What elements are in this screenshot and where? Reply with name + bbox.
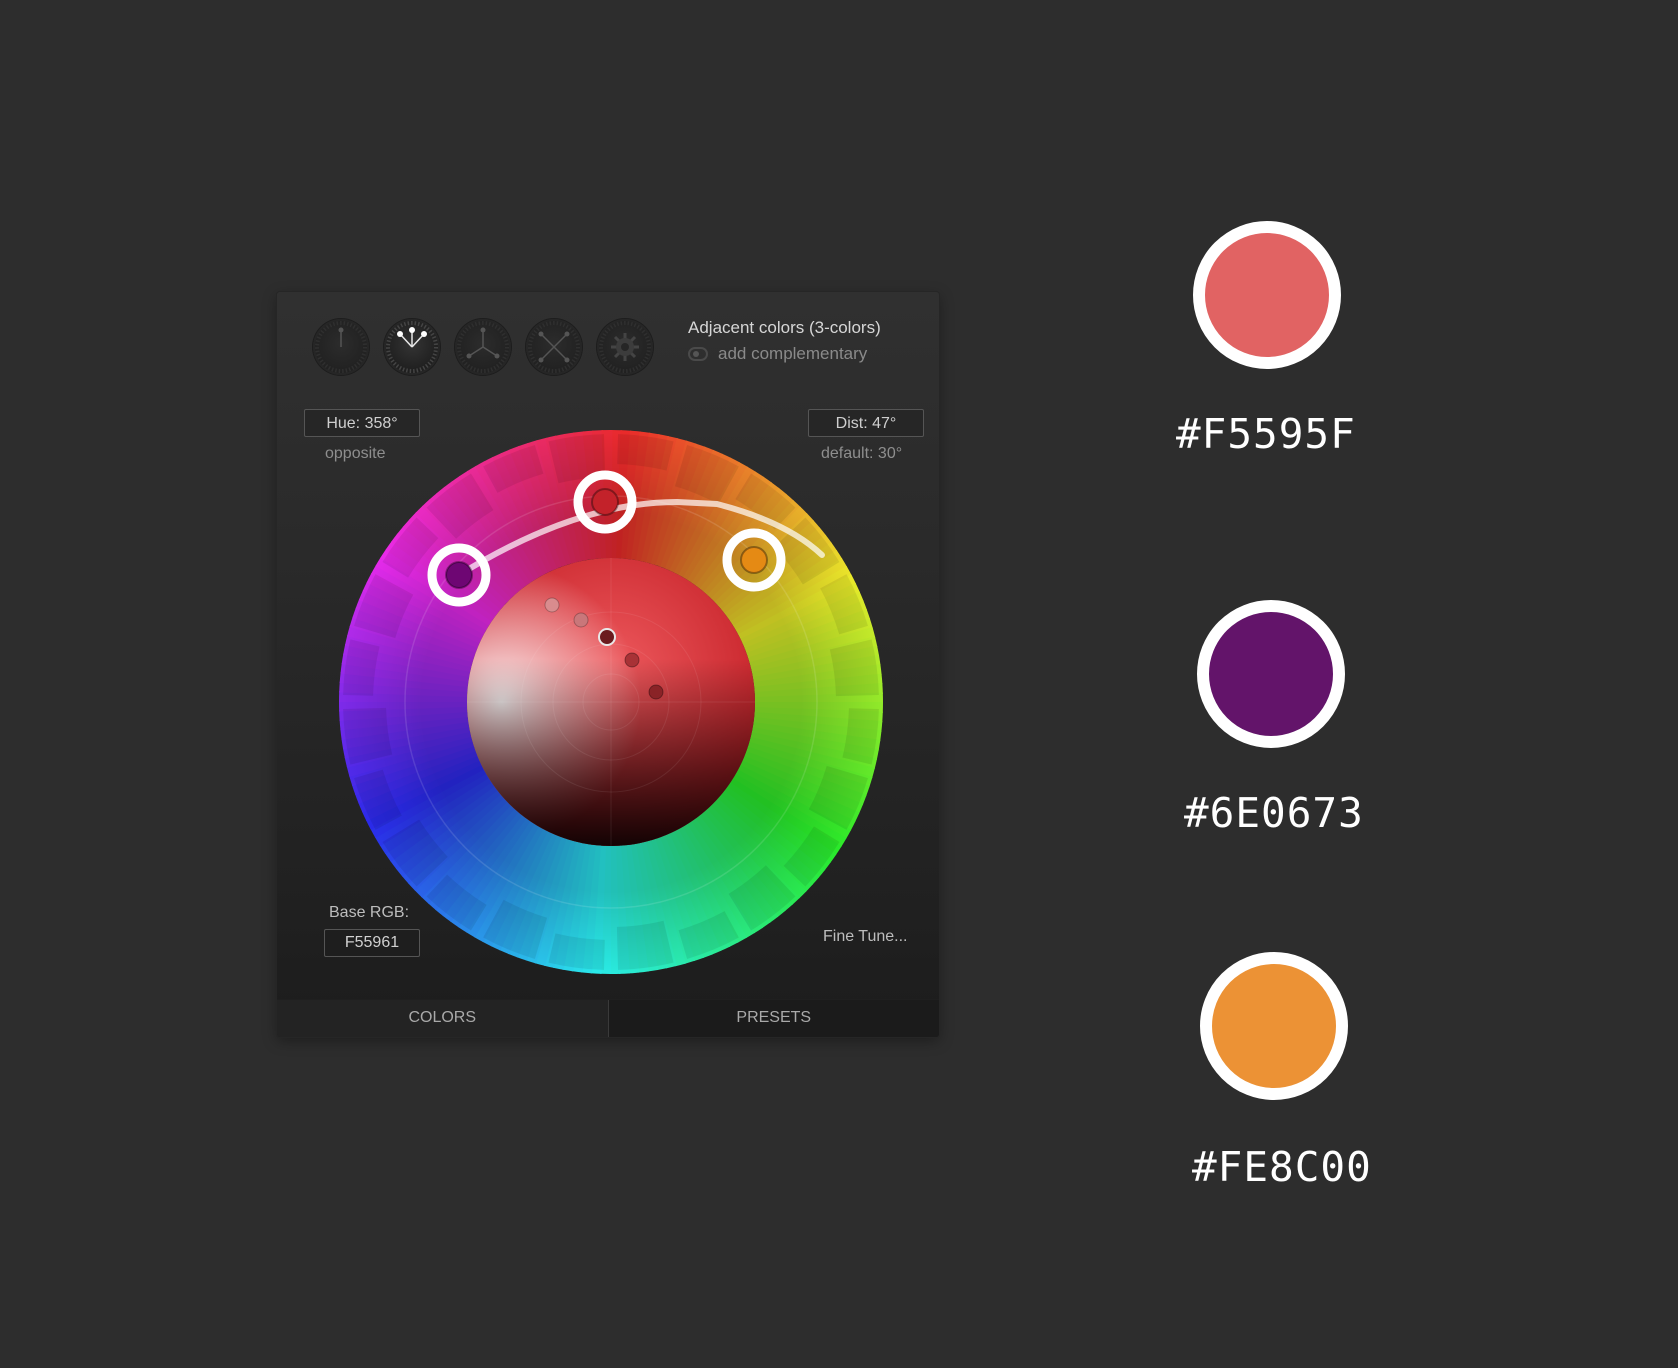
color-wheel-panel: Adjacent colors (3-colors) add complemen… <box>277 292 939 1037</box>
panel-tabs: COLORS PRESETS <box>277 999 939 1037</box>
swatch-1-hex: #F5595F <box>1176 410 1356 458</box>
tab-colors[interactable]: COLORS <box>277 1000 608 1037</box>
swatch-2-hex: #6E0673 <box>1184 789 1364 837</box>
base-rgb-input[interactable] <box>324 929 420 957</box>
fine-tune-link[interactable]: Fine Tune... <box>823 928 908 946</box>
color-wheel[interactable] <box>277 292 939 1037</box>
swatch-3-hex: #FE8C00 <box>1192 1143 1372 1191</box>
swatch-1 <box>1193 221 1341 369</box>
stage: Adjacent colors (3-colors) add complemen… <box>0 0 1678 1368</box>
base-rgb-label: Base RGB: <box>329 904 410 921</box>
tab-presets[interactable]: PRESETS <box>607 1000 939 1037</box>
brightness-disc[interactable] <box>467 558 755 846</box>
swatch-3 <box>1200 952 1348 1100</box>
swatch-2 <box>1197 600 1345 748</box>
